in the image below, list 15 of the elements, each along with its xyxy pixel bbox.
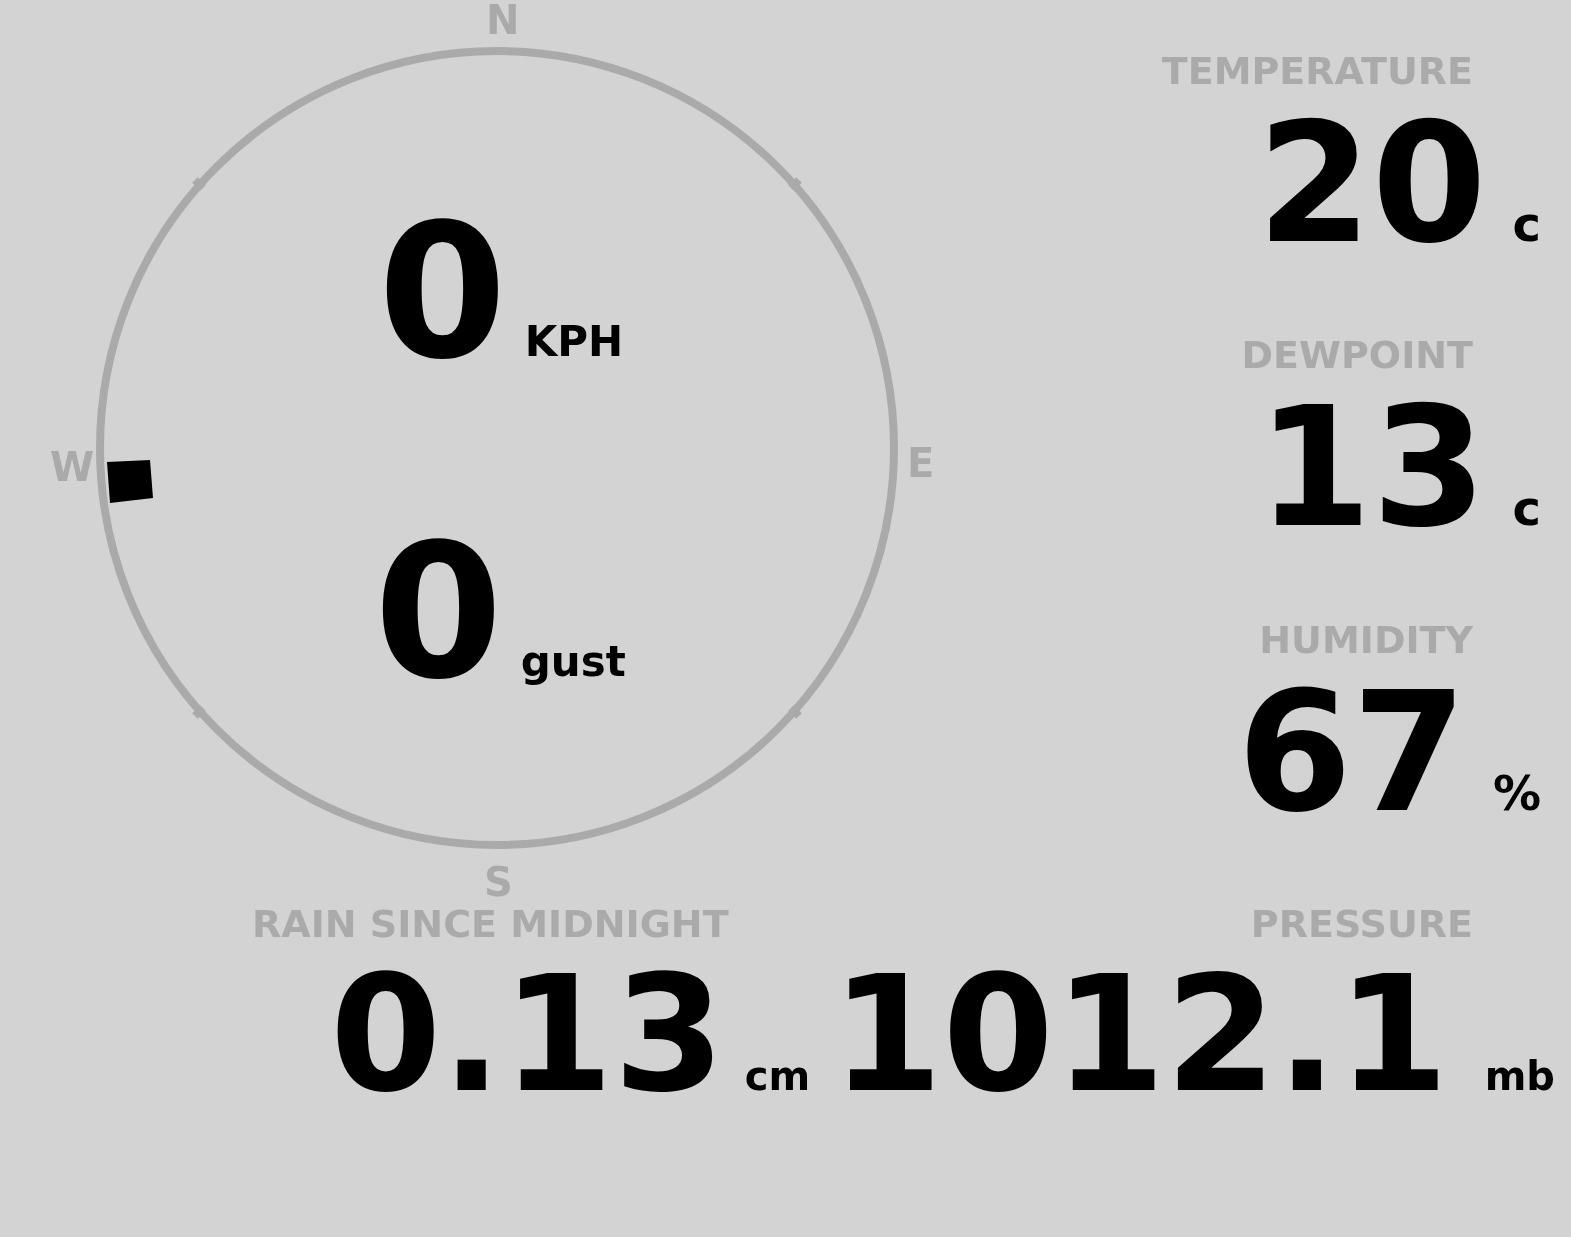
rain-unit: cm: [744, 1056, 811, 1096]
reading-value: 67: [1237, 670, 1467, 836]
reading-unit: c: [1512, 200, 1541, 248]
pressure-unit: mb: [1484, 1056, 1555, 1096]
wind-speed-value: 0: [378, 200, 507, 385]
reading-value: 20: [1256, 102, 1487, 267]
reading-unit: %: [1492, 768, 1541, 817]
wind-gust-unit: gust: [520, 641, 626, 683]
pressure-value: 1012.1: [831, 955, 1449, 1115]
reading-value: 13: [1256, 386, 1487, 552]
wind-direction-marker: [107, 460, 153, 503]
wind-speed-unit: KPH: [524, 321, 624, 363]
wind-gust-value: 0: [374, 520, 503, 705]
rain-value: 0.13: [330, 955, 725, 1115]
reading-unit: c: [1512, 484, 1541, 533]
